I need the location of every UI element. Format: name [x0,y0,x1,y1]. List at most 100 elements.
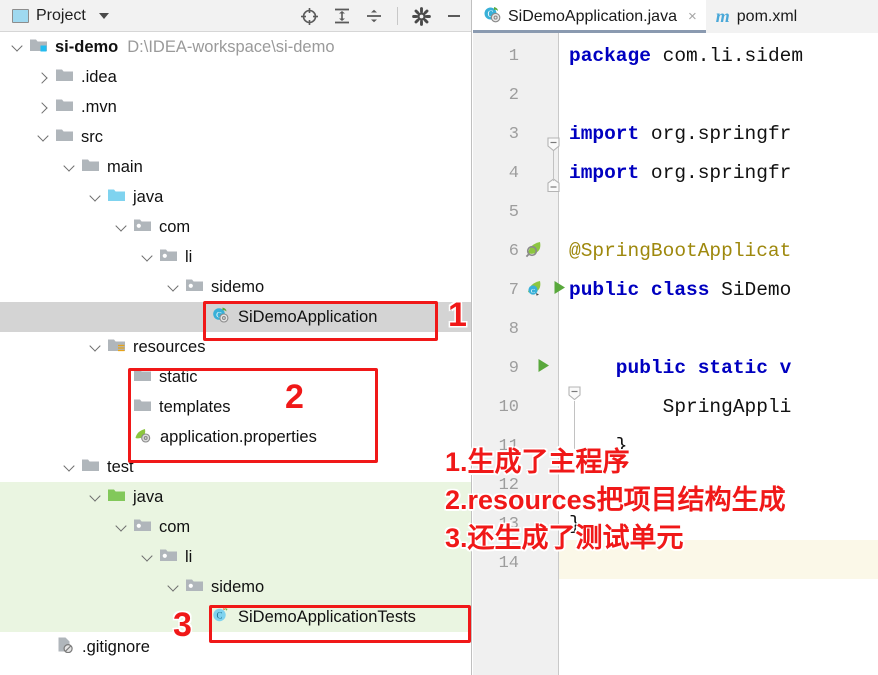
line-number: 10 [498,398,519,417]
tree-node-label: src [81,127,103,146]
tree-row--mvn[interactable]: .mvn [0,92,471,122]
tree-row-test[interactable]: test [0,452,471,482]
tree-node-label: resources [133,337,206,356]
ignored-file-icon [55,636,75,658]
tree-row-templates[interactable]: templates [0,392,471,422]
chevron-down-icon[interactable] [37,131,50,144]
chevron-down-icon[interactable] [141,551,154,564]
tree-row-sidemo[interactable]: sidemo [0,272,471,302]
chevron-down-icon[interactable] [89,491,102,504]
chevron-down-icon[interactable] [89,191,102,204]
code-token: @SpringBootApplicat [569,240,792,262]
run-main-method-icon[interactable] [535,357,552,379]
tree-node-label: java [133,187,164,206]
tree-row-src[interactable]: src [0,122,471,152]
tree-row-si-demo[interactable]: si-demo D:\IDEA-workspace\si-demo [0,32,471,62]
tree-node-label: java [133,487,164,506]
tree-row-java[interactable]: java [0,182,471,212]
chevron-down-icon[interactable] [63,461,76,474]
code-line[interactable]: @SpringBootApplicat [569,232,791,271]
gear-icon[interactable] [412,6,431,26]
spring-bean-search-icon[interactable] [525,238,546,264]
line-number: 4 [508,164,519,183]
tab-pom-xml[interactable]: m pom.xml [706,0,806,33]
project-title-group[interactable]: Project [0,7,109,25]
tab-label: pom.xml [736,7,798,25]
chevron-down-icon[interactable] [63,161,76,174]
tree-row-li[interactable]: li [0,542,471,572]
project-tree[interactable]: si-demo D:\IDEA-workspace\si-demo .idea .mv… [0,32,471,662]
close-icon[interactable]: × [688,8,697,25]
test-class-icon: C [211,606,231,628]
test-root-folder-icon [107,486,126,508]
folder-icon [81,156,100,178]
tab-sidemoapplication-java[interactable]: C SiDemoApplication.java × [473,0,706,33]
annotation-marker-1: 1 [448,296,467,334]
code-line[interactable]: import org.springfr [569,154,791,193]
tree-node-label: li [185,247,193,266]
package-icon [185,276,204,298]
code-line[interactable]: public class SiDemo [569,271,791,310]
editor-area: C SiDemoApplication.java × m pom.xml 1 2 3… [473,0,878,675]
line-number: 6 [508,242,519,261]
code-line[interactable]: import org.springfr [569,115,791,154]
chevron-down-icon[interactable] [167,281,180,294]
locate-target-icon[interactable] [300,7,319,26]
tree-row-java[interactable]: java [0,482,471,512]
collapse-all-icon[interactable] [365,7,383,25]
chevron-down-icon[interactable] [115,221,128,234]
tree-node-label: .gitignore [82,637,150,656]
line-number: 7 [508,281,519,300]
tree-node-label: li [185,547,193,566]
chevron-right-icon[interactable] [37,71,50,84]
chevron-down-icon[interactable] [98,12,109,19]
tree-row-resources[interactable]: resources [0,332,471,362]
chevron-down-icon[interactable] [167,581,180,594]
line-number: 2 [508,86,519,105]
editor-gutter[interactable]: 1 2 3 4 5 6 7 8 9 10 11 12 13 14 C [473,33,565,675]
expand-all-icon[interactable] [333,7,351,25]
package-icon [133,516,152,538]
tree-row-sidemoapplication[interactable]: C SiDemoApplication [0,302,471,332]
tree-row-com[interactable]: com [0,212,471,242]
code-editor[interactable]: 1 2 3 4 5 6 7 8 9 10 11 12 13 14 C package com.li.side… [473,33,878,675]
tree-row--gitignore[interactable]: .gitignore [0,632,471,662]
resource-root-folder-icon [107,336,126,358]
code-token: SpringAppli [569,396,792,418]
tree-row-com[interactable]: com [0,512,471,542]
tree-node-label: sidemo [211,277,265,296]
tree-row-static[interactable]: static [0,362,471,392]
fold-marker-imports[interactable] [547,137,560,152]
code-line[interactable]: public static v [569,349,792,388]
tab-label: SiDemoApplication.java [508,7,677,25]
folder-icon [81,456,100,478]
tree-row-li[interactable]: li [0,242,471,272]
minimize-icon[interactable] [445,7,463,25]
tree-row-sidemoapplicationtests[interactable]: C SiDemoApplicationTests [0,602,471,632]
tree-row--idea[interactable]: .idea [0,62,471,92]
project-panel-toolbar [300,0,463,32]
chevron-down-icon[interactable] [89,341,102,354]
chevron-down-icon[interactable] [11,41,24,54]
package-icon [159,546,178,568]
code-line[interactable]: package com.li.sidem [569,37,803,76]
tree-row-main[interactable]: main [0,152,471,182]
module-folder-icon [29,36,48,58]
run-application-icon[interactable] [551,279,568,301]
fold-marker-main-method[interactable] [568,386,581,401]
chevron-down-icon[interactable] [141,251,154,264]
code-line[interactable]: SpringAppli [569,388,792,427]
chevron-right-icon[interactable] [37,101,50,114]
spring-boot-config-icon[interactable]: C [525,277,546,303]
folder-icon [55,126,74,148]
package-icon [185,576,204,598]
tree-row-application-properties[interactable]: application.properties [0,422,471,452]
tree-node-label: SiDemoApplication [238,307,378,326]
chevron-down-icon[interactable] [115,521,128,534]
fold-connector [553,151,554,181]
tree-row-sidemo[interactable]: sidemo [0,572,471,602]
